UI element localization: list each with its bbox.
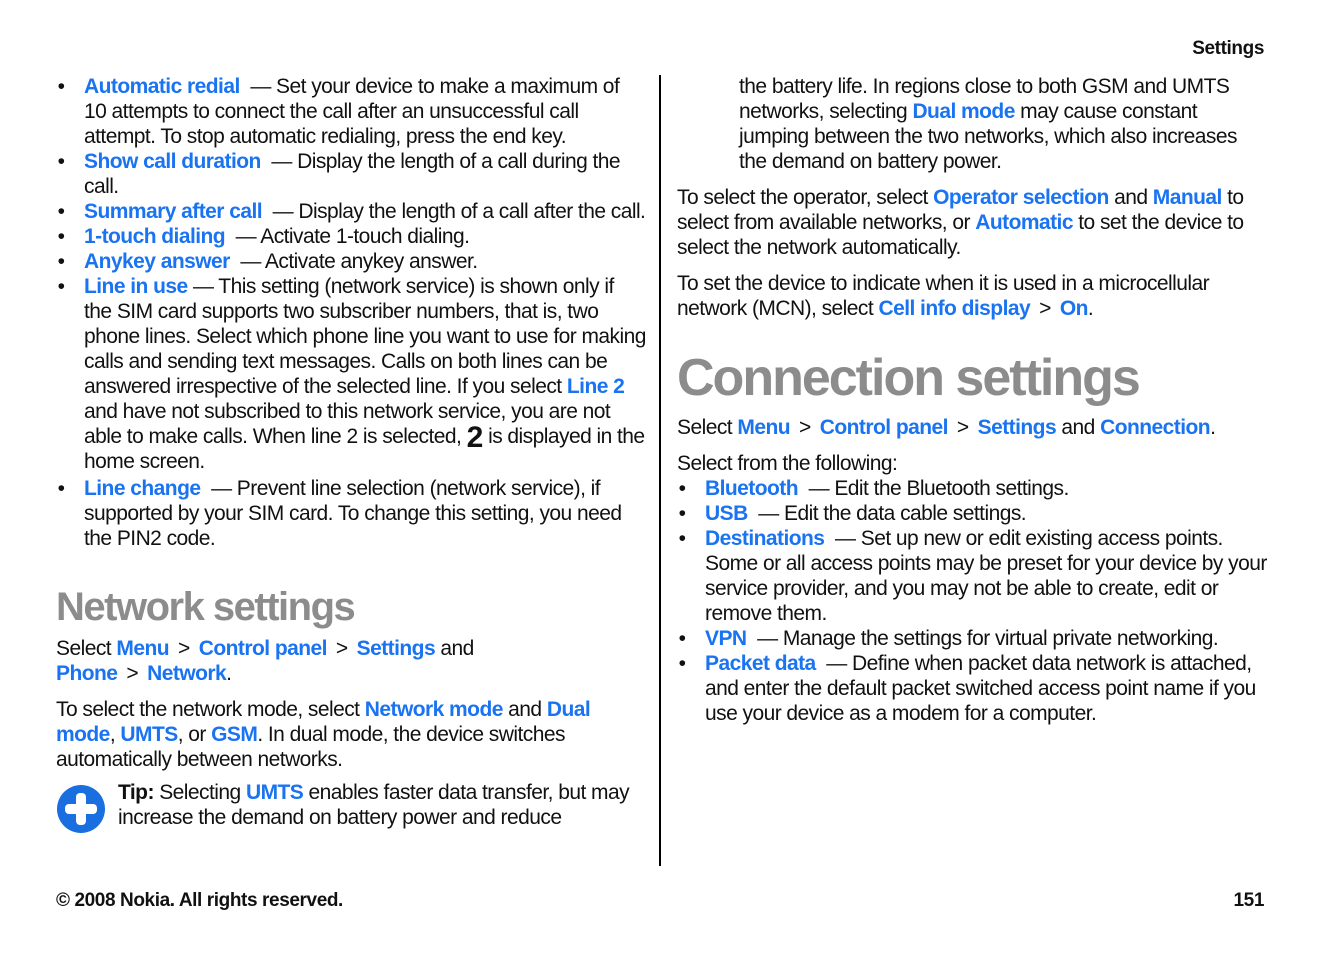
keyword-umts[interactable]: UMTS bbox=[120, 723, 178, 746]
bullet-icon: • bbox=[57, 150, 65, 173]
option-anykey-answer[interactable]: Anykey answer bbox=[84, 250, 230, 273]
option-description: — Edit the Bluetooth settings. bbox=[808, 477, 1070, 500]
path-separator: > bbox=[126, 662, 139, 685]
running-header: Settings bbox=[1192, 38, 1264, 59]
bullet-icon: • bbox=[57, 75, 65, 98]
bullet-icon: • bbox=[57, 477, 65, 500]
list-item: • Line change — Prevent line selection (n… bbox=[56, 476, 646, 551]
connection-settings-heading: Connection settings bbox=[677, 349, 1141, 407]
list-item: • Show call duration — Display the length… bbox=[56, 149, 646, 199]
tip-continued: the battery life. In regions close to bo… bbox=[677, 74, 1269, 174]
paragraph-text: To select the network mode, select bbox=[56, 698, 360, 721]
option-packet-data[interactable]: Packet data bbox=[705, 652, 816, 675]
list-item: • Destinations — Set up new or edit exist… bbox=[677, 526, 1269, 626]
path-and: and bbox=[440, 637, 474, 660]
path-separator: > bbox=[178, 637, 190, 660]
option-line-change[interactable]: Line change bbox=[84, 477, 201, 500]
connection-settings-list: • Bluetooth — Edit the Bluetooth settings… bbox=[677, 476, 1269, 726]
mcn-paragraph: To set the device to indicate when it is… bbox=[677, 272, 1210, 320]
path-menu[interactable]: Menu bbox=[737, 416, 790, 439]
keyword-line-2[interactable]: Line 2 bbox=[567, 375, 625, 398]
line-2-indicator-icon: 2 bbox=[466, 421, 484, 454]
keyword-operator-selection[interactable]: Operator selection bbox=[933, 186, 1109, 209]
path-control-panel[interactable]: Control panel bbox=[199, 637, 328, 660]
list-item: • Bluetooth — Edit the Bluetooth settings… bbox=[677, 476, 1269, 501]
column-divider bbox=[659, 75, 661, 866]
tip-box: Tip: Selecting UMTS enables faster data … bbox=[56, 780, 646, 833]
option-automatic-redial[interactable]: Automatic redial bbox=[84, 75, 240, 98]
bullet-icon: • bbox=[678, 652, 686, 675]
path-phone[interactable]: Phone bbox=[56, 662, 118, 685]
keyword-automatic[interactable]: Automatic bbox=[975, 211, 1073, 234]
page-number: 151 bbox=[1233, 890, 1264, 911]
paragraph-text: and bbox=[508, 698, 542, 721]
bullet-icon: • bbox=[678, 502, 686, 525]
call-settings-list: • Automatic redial — Set your device to m… bbox=[56, 74, 647, 551]
option-description: — Manage the settings for virtual privat… bbox=[757, 627, 1219, 650]
path-menu[interactable]: Menu bbox=[116, 637, 169, 660]
paragraph-text: , or bbox=[177, 723, 207, 746]
option-destinations[interactable]: Destinations bbox=[705, 527, 825, 550]
list-item: • Automatic redial — Set your device to m… bbox=[56, 74, 646, 149]
path-control-panel[interactable]: Control panel bbox=[820, 416, 949, 439]
paragraph-text: To select the operator, select bbox=[677, 186, 928, 209]
path-separator: > bbox=[799, 416, 811, 439]
network-mode-paragraph: To select the network mode, select Netwo… bbox=[56, 698, 591, 771]
option-1-touch-dialing[interactable]: 1-touch dialing bbox=[84, 225, 226, 248]
paragraph-text: and bbox=[1114, 186, 1148, 209]
bullet-icon: • bbox=[678, 627, 686, 650]
connection-intro: Select from the following: bbox=[677, 452, 898, 475]
option-description: — Activate 1-touch dialing. bbox=[235, 225, 470, 248]
bullet-icon: • bbox=[678, 477, 686, 500]
right-column: the battery life. In regions close to bo… bbox=[677, 74, 1269, 726]
option-summary-after-call[interactable]: Summary after call bbox=[84, 200, 263, 223]
keyword-umts[interactable]: UMTS bbox=[246, 781, 304, 804]
keyword-dual-mode[interactable]: Dual mode bbox=[912, 100, 1015, 123]
option-bluetooth[interactable]: Bluetooth bbox=[705, 477, 799, 500]
plus-circle-icon bbox=[57, 785, 105, 833]
path-prefix: Select bbox=[56, 637, 112, 660]
path-and: and bbox=[1061, 416, 1095, 439]
path-settings[interactable]: Settings bbox=[357, 637, 436, 660]
list-item: • Summary after call — Display the length… bbox=[56, 199, 646, 224]
list-item: • VPN — Manage the settings for virtual p… bbox=[677, 626, 1269, 651]
keyword-network-mode[interactable]: Network mode bbox=[365, 698, 504, 721]
network-settings-path: Select Menu > Control panel > Settings and P… bbox=[56, 637, 474, 685]
list-item: • 1-touch dialing — Activate 1-touch dial… bbox=[56, 224, 646, 249]
bullet-icon: • bbox=[57, 275, 65, 298]
path-prefix: Select bbox=[677, 416, 733, 439]
option-description: — Edit the data cable settings. bbox=[758, 502, 1027, 525]
option-line-in-use[interactable]: Line in use bbox=[84, 275, 188, 298]
keyword-cell-info-display[interactable]: Cell info display bbox=[878, 297, 1030, 320]
option-vpn[interactable]: VPN bbox=[705, 627, 747, 650]
option-description: — Activate anykey answer. bbox=[240, 250, 478, 273]
bullet-icon: • bbox=[678, 527, 686, 550]
copyright-footer: © 2008 Nokia. All rights reserved. bbox=[56, 890, 343, 911]
connection-settings-path: Select Menu > Control panel > Settings and C… bbox=[677, 416, 1216, 439]
network-settings-heading: Network settings bbox=[56, 585, 356, 629]
list-item: • USB — Edit the data cable settings. bbox=[677, 501, 1269, 526]
keyword-gsm[interactable]: GSM bbox=[211, 723, 258, 746]
list-item: • Packet data — Define when packet data n… bbox=[677, 651, 1269, 726]
path-settings[interactable]: Settings bbox=[978, 416, 1057, 439]
tip-label: Tip: bbox=[118, 781, 154, 804]
option-show-call-duration[interactable]: Show call duration bbox=[84, 150, 261, 173]
bullet-icon: • bbox=[57, 250, 65, 273]
bullet-icon: • bbox=[57, 225, 65, 248]
path-connection[interactable]: Connection bbox=[1100, 416, 1211, 439]
option-usb[interactable]: USB bbox=[705, 502, 748, 525]
bullet-icon: • bbox=[57, 200, 65, 223]
left-column: • Automatic redial — Set your device to m… bbox=[56, 74, 647, 833]
path-separator: > bbox=[1039, 297, 1051, 320]
option-description: — Display the length of a call after the… bbox=[272, 200, 646, 223]
path-separator: > bbox=[335, 637, 348, 660]
list-item: • Line in use — This setting (network ser… bbox=[56, 274, 647, 474]
tip-text: Selecting bbox=[159, 781, 241, 804]
path-separator: > bbox=[956, 416, 969, 439]
keyword-manual[interactable]: Manual bbox=[1153, 186, 1223, 209]
keyword-on[interactable]: On bbox=[1060, 297, 1089, 320]
path-network[interactable]: Network bbox=[147, 662, 227, 685]
list-item: • Anykey answer — Activate anykey answer. bbox=[56, 249, 646, 274]
operator-paragraph: To select the operator, select Operator … bbox=[677, 185, 1269, 260]
